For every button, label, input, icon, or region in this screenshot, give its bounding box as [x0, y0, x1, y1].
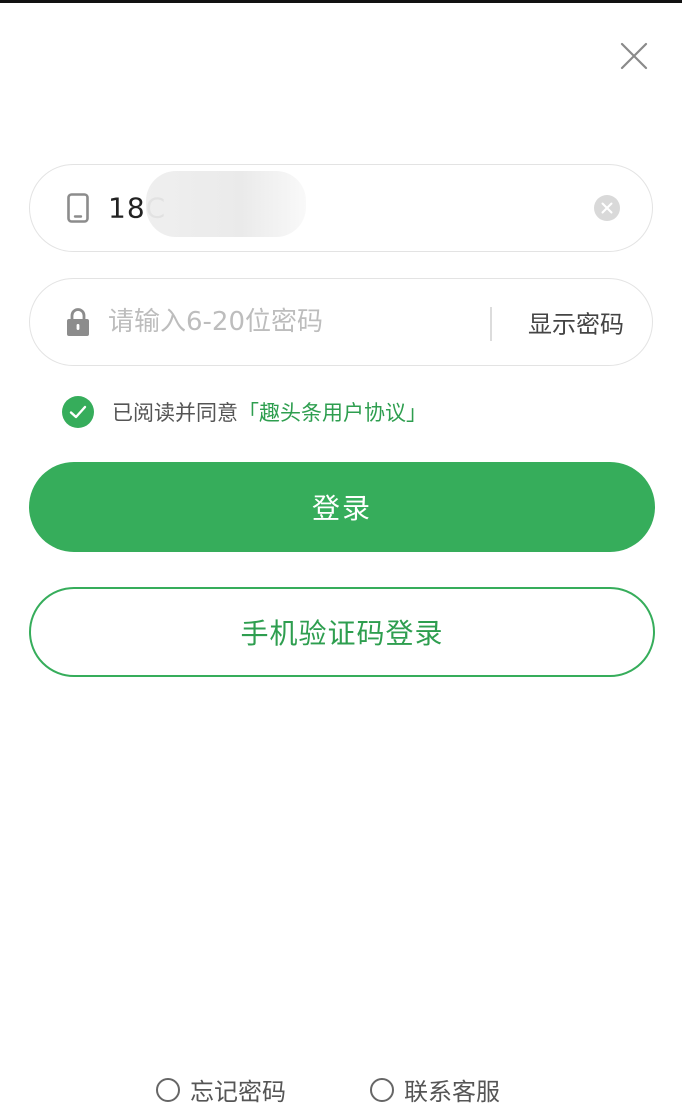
password-field: 显示密码 [29, 278, 653, 366]
login-button[interactable]: 登录 [29, 462, 655, 552]
user-agreement-link[interactable]: 「趣头条用户协议」 [238, 397, 427, 427]
close-button[interactable] [614, 36, 654, 76]
field-divider [490, 307, 492, 341]
forgot-password-label: 忘记密码 [190, 1078, 286, 1106]
phone-field[interactable]: 18C [29, 164, 653, 252]
phone-icon [64, 192, 92, 224]
top-edge [0, 0, 682, 3]
lock-icon [64, 306, 92, 338]
forgot-password-link[interactable]: 忘记密码 [156, 1072, 286, 1107]
footer-links: 忘记密码 联系客服 [0, 1072, 682, 1106]
sms-login-button[interactable]: 手机验证码登录 [29, 587, 655, 677]
contact-support-link[interactable]: 联系客服 [370, 1072, 500, 1107]
clear-phone-button[interactable] [594, 195, 620, 221]
password-input[interactable] [108, 300, 468, 344]
agreement-text: 已阅读并同意 [112, 401, 238, 425]
checkmark-icon [69, 405, 87, 419]
question-icon [156, 1077, 180, 1102]
show-password-button[interactable]: 显示密码 [528, 305, 624, 340]
agreement-row: 已阅读并同意 「趣头条用户协议」 [62, 395, 427, 429]
contact-support-label: 联系客服 [404, 1078, 500, 1106]
support-icon [370, 1077, 394, 1102]
clear-icon [601, 202, 613, 214]
redaction-blur [146, 171, 306, 237]
agreement-checkbox[interactable] [62, 396, 94, 428]
close-icon [620, 42, 648, 70]
